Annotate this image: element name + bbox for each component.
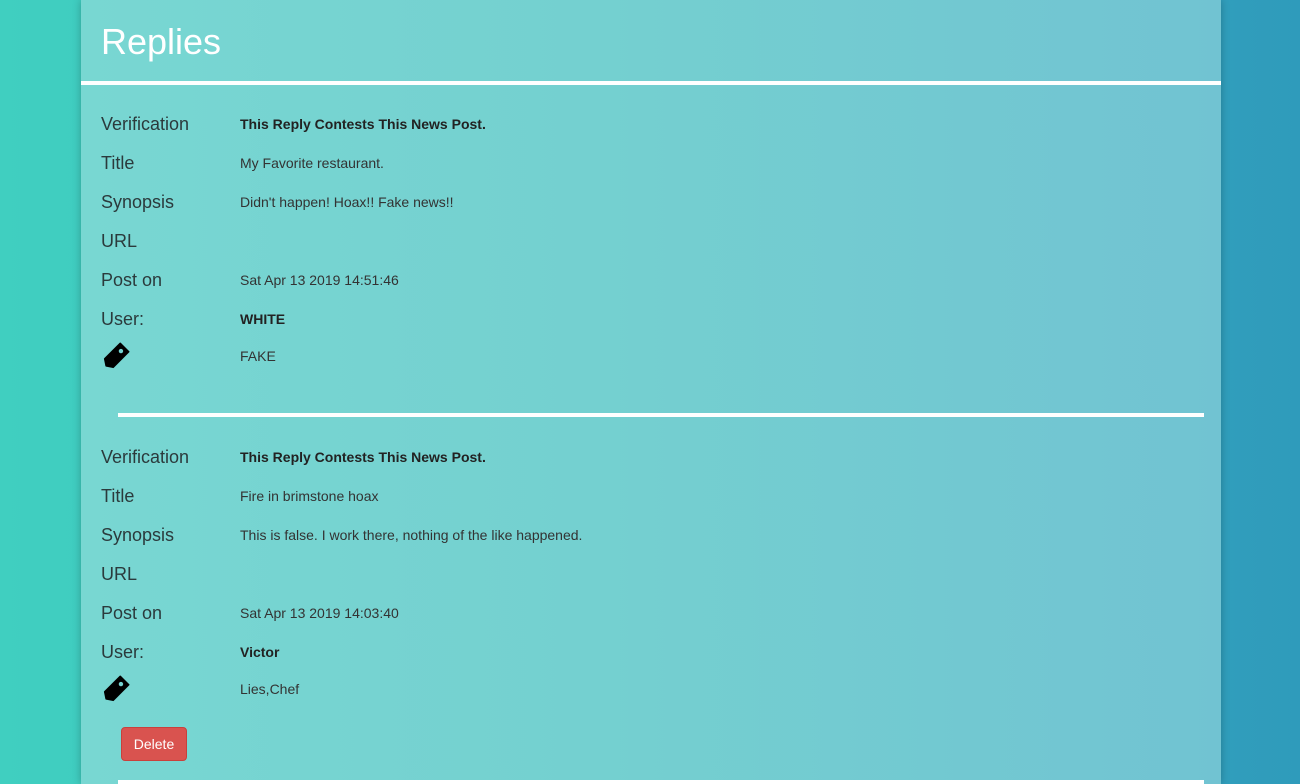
tag-icon bbox=[103, 675, 130, 702]
tag-icon bbox=[103, 342, 130, 369]
user-label: User: bbox=[101, 309, 145, 329]
post-on-value: Sat Apr 13 2019 14:03:40 bbox=[240, 605, 399, 621]
url-row: URL bbox=[81, 562, 1221, 586]
tags-row: FAKE bbox=[81, 342, 1221, 369]
post-on-row: Post on Sat Apr 13 2019 14:51:46 bbox=[81, 268, 1221, 292]
url-label: URL bbox=[101, 564, 138, 584]
title-value: My Favorite restaurant. bbox=[240, 155, 384, 171]
reply-divider bbox=[118, 413, 1204, 417]
verification-label: Verification bbox=[101, 114, 190, 134]
synopsis-row: Synopsis Didn't happen! Hoax!! Fake news… bbox=[81, 190, 1221, 214]
url-row: URL bbox=[81, 229, 1221, 253]
title-label: Title bbox=[101, 153, 135, 173]
post-on-label: Post on bbox=[101, 270, 163, 290]
synopsis-label: Synopsis bbox=[101, 525, 175, 545]
user-row: User: Victor bbox=[81, 640, 1221, 664]
user-value: Victor bbox=[240, 644, 280, 660]
synopsis-row: Synopsis This is false. I work there, no… bbox=[81, 523, 1221, 547]
verification-value: This Reply Contests This News Post. bbox=[240, 116, 486, 132]
post-on-value: Sat Apr 13 2019 14:51:46 bbox=[240, 272, 399, 288]
verification-row: Verification This Reply Contests This Ne… bbox=[81, 112, 1221, 136]
replies-panel: Replies Verification This Reply Contests… bbox=[81, 0, 1221, 784]
user-row: User: WHITE bbox=[81, 307, 1221, 331]
user-label: User: bbox=[101, 642, 145, 662]
synopsis-label: Synopsis bbox=[101, 192, 175, 212]
title-label: Title bbox=[101, 486, 135, 506]
verification-value: This Reply Contests This News Post. bbox=[240, 449, 486, 465]
synopsis-value: Didn't happen! Hoax!! Fake news!! bbox=[240, 194, 454, 210]
url-label: URL bbox=[101, 231, 138, 251]
post-on-label: Post on bbox=[101, 603, 163, 623]
reply-divider bbox=[118, 780, 1204, 784]
tags-value: Lies,Chef bbox=[240, 681, 300, 697]
title-value: Fire in brimstone hoax bbox=[240, 488, 379, 504]
tags-value: FAKE bbox=[240, 348, 276, 364]
page-header: Replies bbox=[81, 0, 1221, 85]
delete-button[interactable]: Delete bbox=[121, 727, 187, 761]
post-on-row: Post on Sat Apr 13 2019 14:03:40 bbox=[81, 601, 1221, 625]
verification-label: Verification bbox=[101, 447, 190, 467]
verification-row: Verification This Reply Contests This Ne… bbox=[81, 445, 1221, 469]
title-row: Title Fire in brimstone hoax bbox=[81, 484, 1221, 508]
title-row: Title My Favorite restaurant. bbox=[81, 151, 1221, 175]
user-value: WHITE bbox=[240, 311, 286, 327]
synopsis-value: This is false. I work there, nothing of … bbox=[240, 527, 583, 543]
tags-row: Lies,Chef bbox=[81, 675, 1221, 702]
page-title: Replies bbox=[101, 21, 222, 62]
